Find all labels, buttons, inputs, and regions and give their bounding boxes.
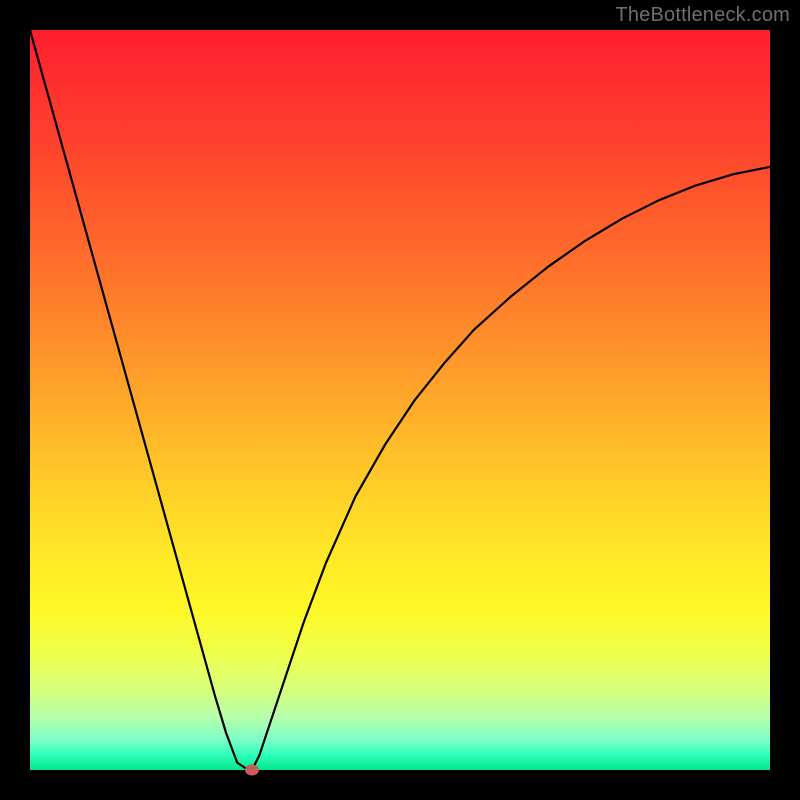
optimum-marker: [245, 765, 259, 776]
bottleneck-curve: [30, 30, 770, 770]
watermark-text: TheBottleneck.com: [615, 4, 790, 27]
frame: TheBottleneck.com: [0, 0, 800, 800]
chart-plot-area: [30, 30, 770, 770]
